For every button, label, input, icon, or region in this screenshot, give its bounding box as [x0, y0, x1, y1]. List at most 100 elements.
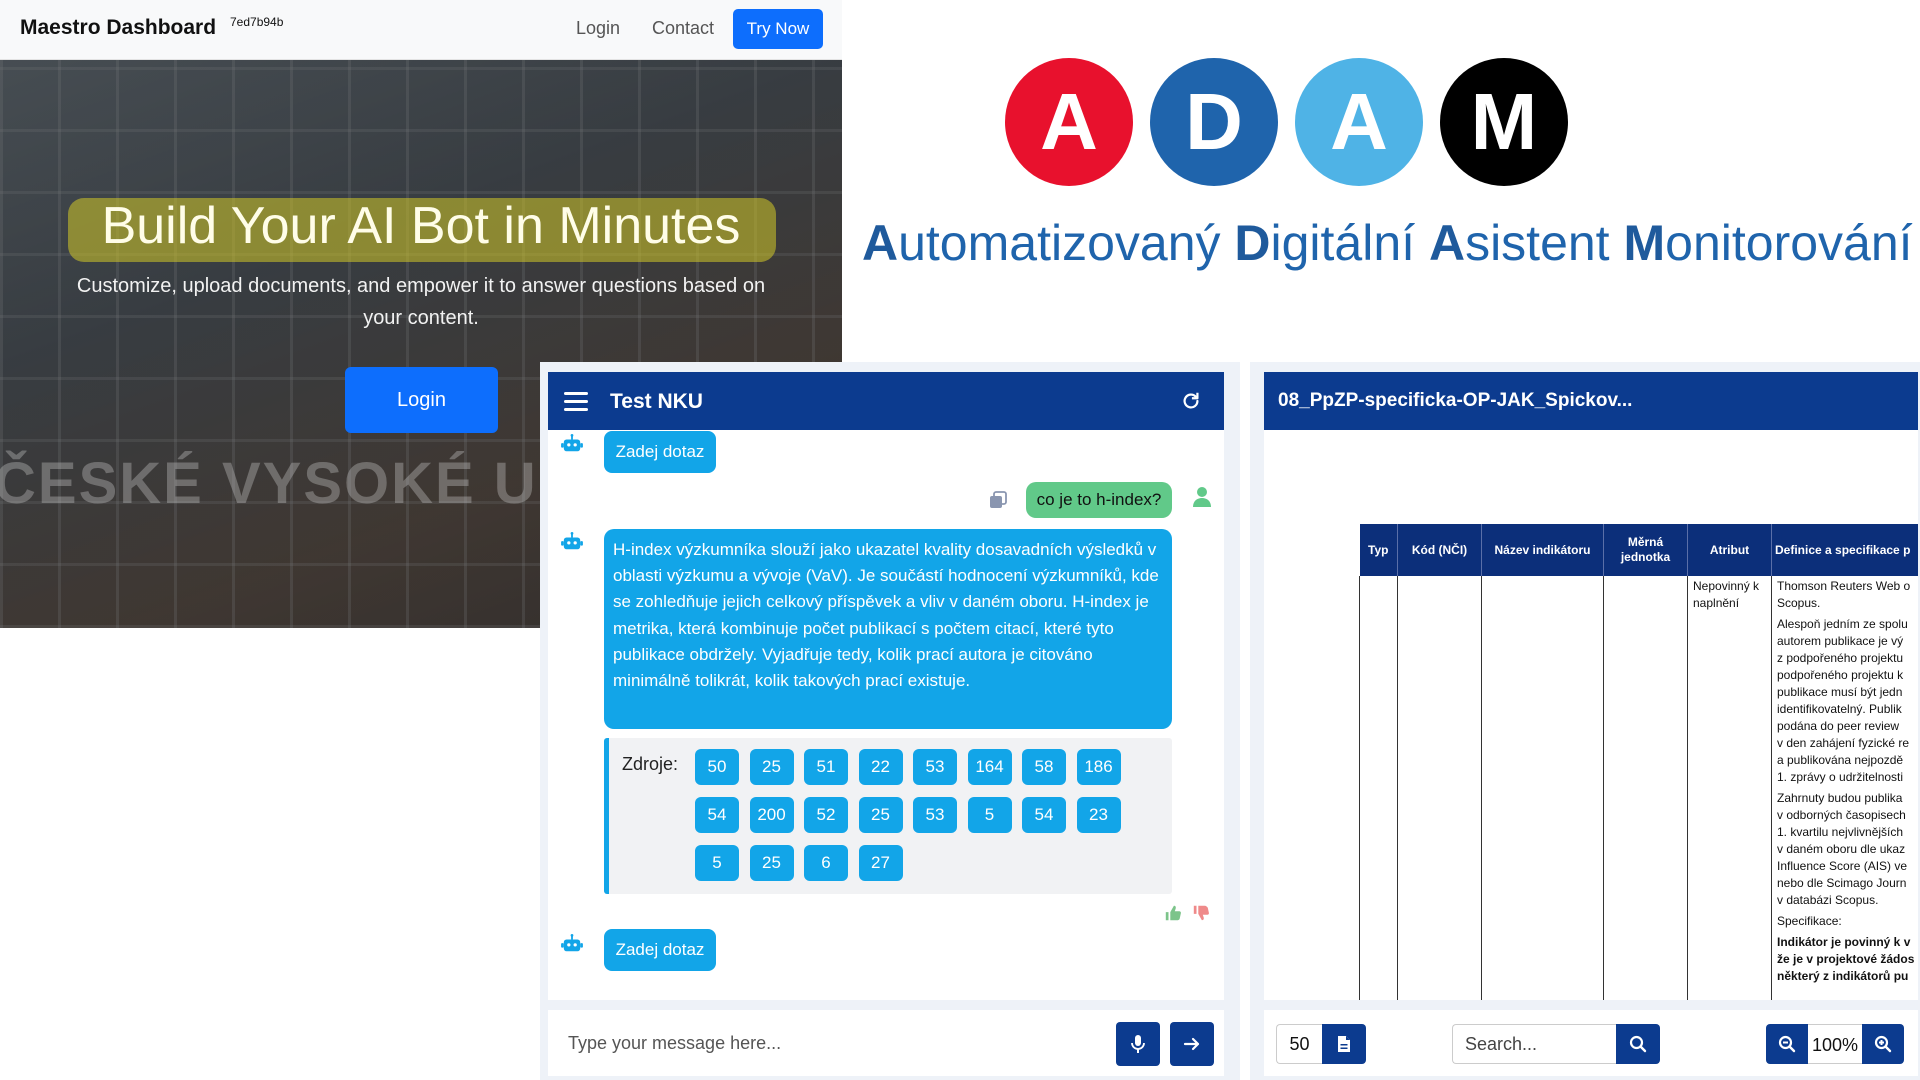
bot-answer-message: H-index výzkumníka slouží jako ukazatel …: [604, 529, 1172, 729]
user-message: co je to h-index?: [1026, 482, 1172, 518]
go-to-page-button[interactable]: [1322, 1024, 1366, 1064]
nav-login-link[interactable]: Login: [576, 18, 620, 39]
prompt-bubble-bottom[interactable]: Zadej dotaz: [604, 929, 716, 971]
build-hash: 7ed7b94b: [230, 15, 284, 29]
source-chip[interactable]: 53: [913, 797, 957, 833]
cell-jednotka: [1603, 576, 1688, 1000]
sources-label: Zdroje:: [622, 754, 679, 774]
zoom-level: 100%: [1808, 1024, 1862, 1064]
search-icon: [1629, 1035, 1647, 1053]
definition-line: publikace musí být jedn: [1777, 685, 1903, 699]
definition-paragraph: Alespoň jedním ze spolu autorem publikace…: [1777, 616, 1918, 786]
definition-line: nebo dle Scimago Journ: [1777, 876, 1907, 890]
source-chip[interactable]: 54: [695, 797, 739, 833]
zoom-out-button[interactable]: [1766, 1024, 1808, 1064]
zoom-out-icon: [1778, 1035, 1796, 1053]
bot-avatar-icon: [561, 434, 583, 452]
column-header-kod: Kód (NČI): [1397, 524, 1482, 576]
chat-message-input[interactable]: [568, 1024, 1098, 1062]
microphone-icon: [1131, 1035, 1145, 1053]
hero-login-button[interactable]: Login: [345, 367, 498, 433]
definition-line: z podpořeného projektu: [1777, 651, 1904, 665]
column-header-nazev: Název indikátoru: [1481, 524, 1604, 576]
try-now-button[interactable]: Try Now: [733, 9, 823, 49]
thumbs-up-icon[interactable]: [1164, 904, 1182, 922]
document-icon: [1338, 1036, 1350, 1052]
prompt-bubble-top[interactable]: Zadej dotaz: [604, 431, 716, 473]
source-chip[interactable]: 6: [804, 845, 848, 881]
document-search-input[interactable]: [1452, 1024, 1616, 1064]
definition-line: Alespoň jedním ze spolu: [1777, 617, 1908, 631]
table-header-row: Typ Kód (NČI) Název indikátoru Měrná jed…: [1359, 524, 1918, 576]
logo-circle-d-blue: D: [1150, 58, 1278, 186]
definition-line: Scopus.: [1777, 596, 1821, 610]
source-chip[interactable]: 52: [804, 797, 848, 833]
source-chip[interactable]: 54: [1022, 797, 1066, 833]
source-chip[interactable]: 186: [1076, 749, 1121, 785]
adam-tagline: Automatizovaný Digitální Asistent Monito…: [862, 215, 1913, 271]
source-chip[interactable]: 25: [858, 797, 903, 833]
zoom-in-button[interactable]: [1862, 1024, 1904, 1064]
cell-kod: [1397, 576, 1482, 1000]
table-row: Nepovinný k naplnění Thomson Reuters Web…: [1359, 576, 1918, 1000]
column-header-atribut: Atribut: [1687, 524, 1772, 576]
thumbs-down-icon[interactable]: [1192, 904, 1210, 922]
logo-circle-a-lightblue: A: [1295, 58, 1423, 186]
source-chip[interactable]: 5: [967, 797, 1012, 833]
source-chip[interactable]: 200: [749, 797, 794, 833]
definition-line: Influence Score (AIS) ve: [1777, 859, 1908, 873]
document-title: 08_PpZP-specificka-OP-JAK_Spickov...: [1278, 390, 1633, 411]
source-chip[interactable]: 50: [695, 749, 739, 785]
definition-paragraph: Specifikace:: [1777, 913, 1918, 930]
definition-line: Indikátor je povinný k v: [1777, 935, 1911, 949]
definition-line: Zahrnuty budou publika: [1777, 791, 1903, 805]
cell-definice: Thomson Reuters Web o Scopus. Alespoň jedn…: [1771, 576, 1918, 1000]
chat-input-bar: [548, 1010, 1224, 1076]
column-header-definice: Definice a specifikace p: [1771, 524, 1918, 576]
definition-paragraph: Indikátor je povinný k v že je v projekto…: [1777, 934, 1918, 985]
source-chip[interactable]: 5: [695, 845, 739, 881]
microphone-button[interactable]: [1116, 1022, 1160, 1066]
definition-line: v den zahájení fyzické re: [1777, 736, 1910, 750]
definition-paragraph: Thomson Reuters Web o Scopus.: [1777, 578, 1918, 612]
indicator-table: Typ Kód (NČI) Název indikátoru Měrná jed…: [1359, 524, 1918, 1000]
source-chip[interactable]: 27: [858, 845, 903, 881]
definition-line: v daném oboru dle ukaz: [1777, 842, 1906, 856]
definition-line: autorem publikace je vý: [1777, 634, 1904, 648]
chat-window: Test NKU Zadej dotaz co je to h-index? H…: [548, 372, 1224, 1000]
logo-circle-m-black: M: [1440, 58, 1568, 186]
source-chip[interactable]: 58: [1022, 749, 1066, 785]
brand-title[interactable]: Maestro Dashboard: [20, 16, 216, 40]
definition-line: podpořeného projektu k: [1777, 668, 1904, 682]
definition-line: že je v projektové žádos: [1777, 952, 1915, 966]
definition-line: v databázi Scopus.: [1777, 893, 1879, 907]
source-chip[interactable]: 164: [967, 749, 1012, 785]
definition-line: Specifikace:: [1777, 914, 1842, 928]
source-chip[interactable]: 53: [913, 749, 957, 785]
column-header-typ: Typ: [1359, 524, 1398, 576]
source-chip[interactable]: 25: [749, 749, 794, 785]
hero-subtext: Customize, upload documents, and empower…: [76, 275, 766, 329]
logo-circle-a-red: A: [1005, 58, 1133, 186]
composite-screenshot: Maestro Dashboard 7ed7b94b Login Contact…: [0, 0, 1920, 1080]
hamburger-menu-icon[interactable]: [564, 392, 588, 412]
definition-line: a publikována nejpozdě: [1777, 753, 1904, 767]
source-chip[interactable]: 51: [804, 749, 848, 785]
chat-title: Test NKU: [610, 390, 703, 413]
send-button[interactable]: [1170, 1022, 1214, 1066]
nav-contact-link[interactable]: Contact: [652, 18, 714, 39]
chat-header: Test NKU: [548, 372, 1224, 430]
cell-atribut: Nepovinný k naplnění: [1687, 576, 1772, 1000]
definition-line: některý z indikátorů pu: [1777, 969, 1909, 983]
search-button[interactable]: [1616, 1024, 1660, 1064]
user-avatar-icon: [1193, 487, 1211, 507]
refresh-icon[interactable]: [1180, 390, 1202, 412]
definition-line: identifikovatelný. Publik: [1777, 702, 1902, 716]
copy-icon[interactable]: [988, 490, 1008, 510]
zoom-in-icon: [1874, 1035, 1892, 1053]
hero-heading: Build Your AI Bot in Minutes: [101, 197, 741, 255]
source-chip[interactable]: 23: [1076, 797, 1121, 833]
page-number-input[interactable]: [1276, 1024, 1322, 1064]
source-chip[interactable]: 25: [749, 845, 794, 881]
source-chip[interactable]: 22: [858, 749, 903, 785]
